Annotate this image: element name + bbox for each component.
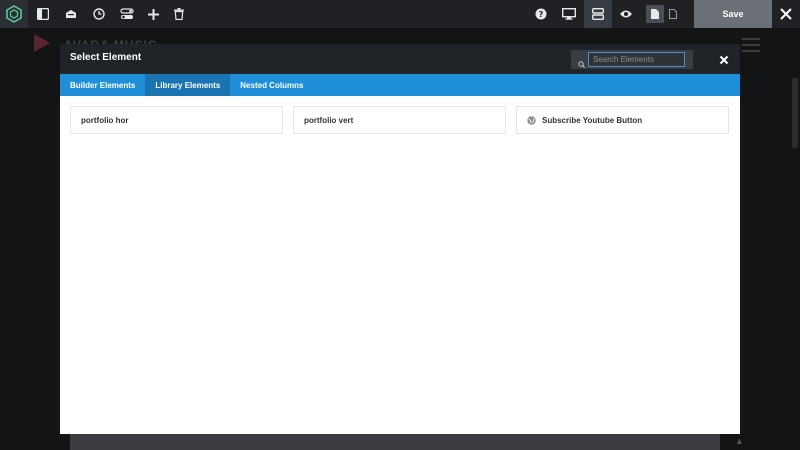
tab-builder-elements[interactable]: Builder Elements [60,74,145,96]
modal-close-icon[interactable] [718,53,730,65]
select-element-modal: Select Element Builder Elements Library … [60,44,740,434]
modal-title: Select Element [70,52,142,63]
save-button[interactable]: Save [694,0,772,28]
close-icon[interactable] [772,0,800,28]
site-logo-icon [30,32,52,54]
page-scrollbar[interactable] [792,78,798,148]
search-icon [578,55,585,73]
sidebar-icon[interactable] [30,0,56,28]
desktop-icon[interactable] [556,0,582,28]
layout-icon[interactable] [584,0,612,28]
page-outline-icon[interactable] [664,5,682,23]
preview-icon[interactable] [613,0,639,28]
help-icon[interactable]: ? [528,0,554,28]
history-icon[interactable] [86,0,112,28]
chevron-up-icon: ▲ [735,436,744,446]
element-card[interactable]: portfolio vert [293,106,506,134]
element-card[interactable]: Subscribe Youtube Button [516,106,729,134]
search-input[interactable] [588,52,685,67]
globe-icon [527,115,536,125]
add-icon[interactable] [140,0,166,28]
page-toggle-group [646,5,684,23]
modal-tabs: Builder Elements Library Elements Nested… [60,74,740,96]
tab-library-elements[interactable]: Library Elements [145,74,231,96]
toggles-icon[interactable] [114,0,140,28]
element-card-label: portfolio hor [81,115,129,125]
page-icon[interactable] [646,5,664,23]
menu-icon [742,38,760,56]
builder-toolbar: ? Save [0,0,800,28]
library-icon[interactable] [58,0,84,28]
element-card[interactable]: portfolio hor [70,106,283,134]
modal-header: Select Element [60,44,740,74]
tab-nested-columns[interactable]: Nested Columns [230,74,313,96]
svg-text:?: ? [539,10,544,19]
trash-icon[interactable] [166,0,192,28]
builder-logo-icon[interactable] [0,0,28,28]
element-card-label: portfolio vert [304,115,354,125]
element-card-label: Subscribe Youtube Button [542,115,643,125]
search-box [571,50,693,69]
